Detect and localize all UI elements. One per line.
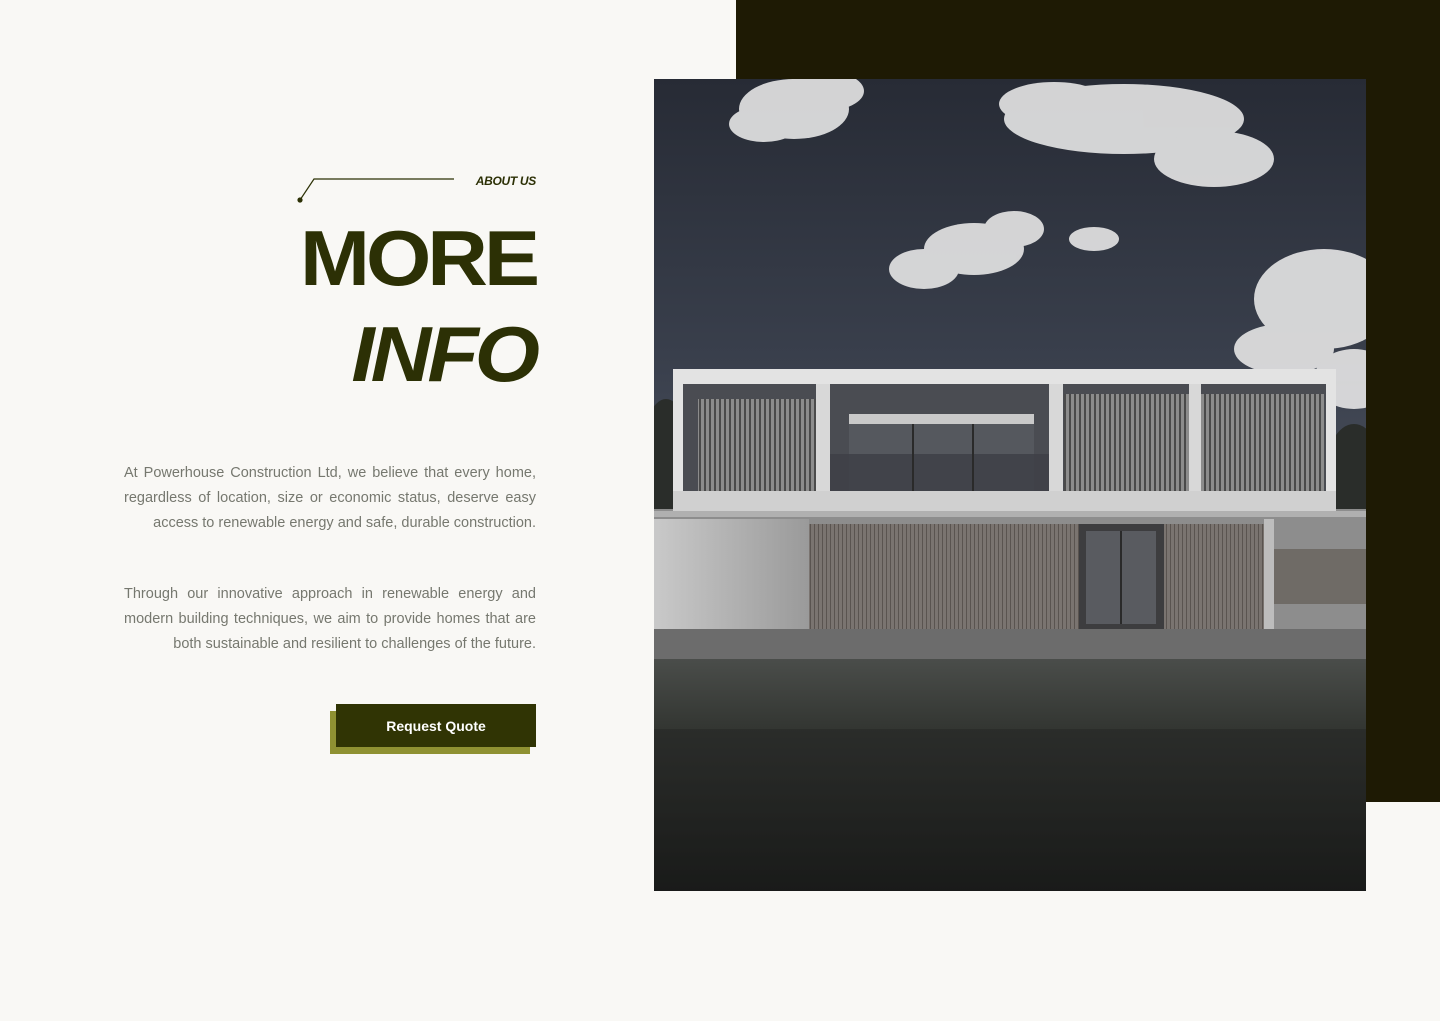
modern-house-photo <box>654 79 1366 891</box>
about-paragraph-2: Through our innovative approach in renew… <box>124 585 536 652</box>
eyebrow-connector-line <box>297 178 454 203</box>
about-paragraph-1: At Powerhouse Construction Ltd, we belie… <box>124 464 536 531</box>
about-section: ABOUT US MORE INFO At Powerhouse Constru… <box>0 0 1440 1021</box>
section-title-line2: INFO <box>351 310 540 398</box>
request-quote-button[interactable]: Request Quote <box>336 704 536 747</box>
section-eyebrow: ABOUT US <box>475 174 537 188</box>
section-title-line1: MORE <box>300 214 540 302</box>
